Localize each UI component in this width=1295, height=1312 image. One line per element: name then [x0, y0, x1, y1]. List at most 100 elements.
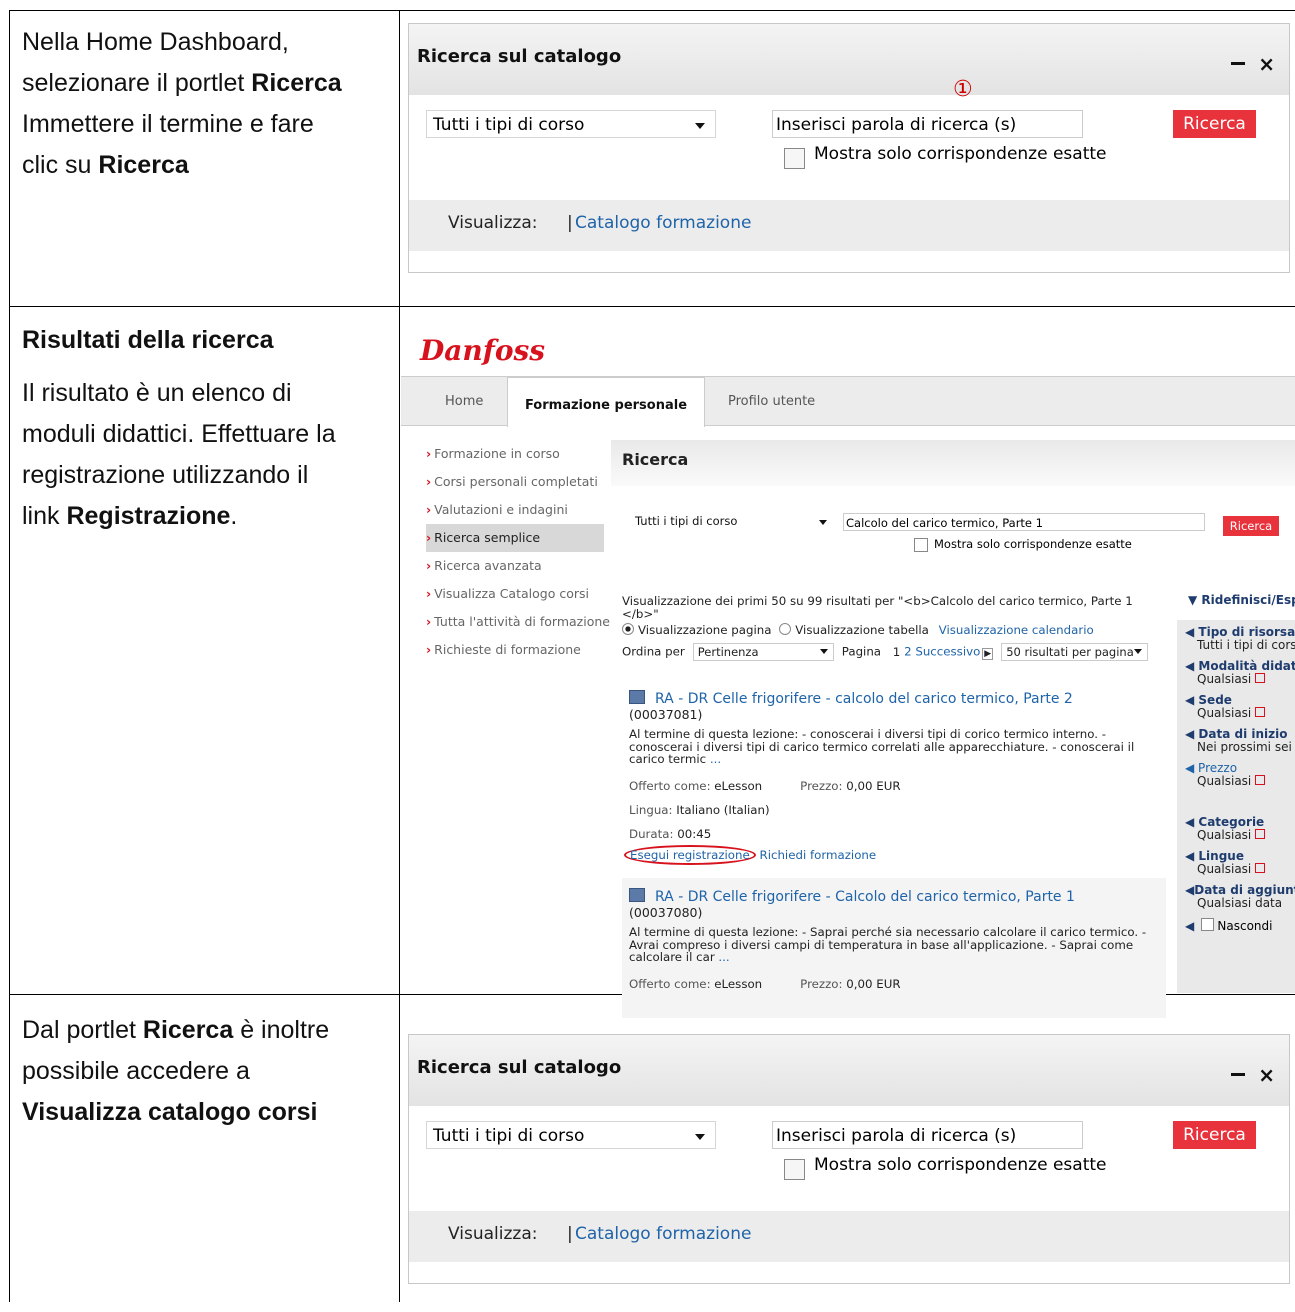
filter-hide[interactable]: ◀ Nascondi [1185, 918, 1272, 933]
chevron-down-icon [695, 123, 705, 129]
language-label: Lingua: [629, 802, 673, 817]
filter-value: Qualsiasi [1185, 673, 1295, 686]
refine-label: Ridefinisci/Espandi [1201, 593, 1295, 607]
exact-match-checkbox[interactable] [784, 1159, 805, 1180]
clear-icon[interactable] [1255, 775, 1266, 785]
next-page-link[interactable]: Successivo [915, 645, 980, 659]
catalog-link[interactable]: Catalogo formazione [575, 213, 751, 233]
minimize-icon[interactable] [1231, 1073, 1245, 1076]
filter-languages[interactable]: ◀ Lingue Qualsiasi [1185, 850, 1266, 876]
sort-select[interactable]: Pertinenza [692, 643, 834, 661]
portlet-footer: Visualizza: | Catalogo formazione [409, 1211, 1289, 1262]
nav-item-catalogo-corsi[interactable]: › Visualizza Catalogo corsi [426, 580, 611, 608]
portlet-title: Ricerca sul catalogo [417, 1057, 622, 1078]
catalog-link[interactable]: Catalogo formazione [575, 1224, 751, 1244]
lms-course-type-select[interactable]: Tutti i tipi di corso [635, 514, 833, 531]
result-title[interactable]: RA - DR Celle frigorifere - calcolo del … [655, 691, 1073, 707]
nav-item-ricerca-avanzata[interactable]: › Ricerca avanzata [426, 552, 611, 580]
nav-item-formazione-in-corso[interactable]: › Formazione in corso [426, 440, 611, 468]
row1-line3: Immettere il termine e fare [22, 110, 314, 138]
offered-value: eLesson [714, 976, 763, 991]
course-type-select[interactable]: Tutti i tipi di corso [426, 110, 716, 138]
per-page-select[interactable]: 50 risultati per pagina [1001, 643, 1149, 661]
close-icon[interactable]: × [1258, 52, 1275, 76]
nav-item-corsi-completati[interactable]: › Corsi personali completati [426, 468, 611, 496]
exact-match-checkbox[interactable] [784, 148, 805, 169]
price-value: 0,00 EUR [846, 976, 901, 991]
view-page-radio[interactable] [622, 623, 634, 635]
table-border-left [9, 10, 10, 1302]
chevron-down-icon [819, 520, 827, 525]
sort-value: Pertinenza [697, 645, 759, 659]
offered-label: Offerto come: [629, 778, 711, 793]
nav-label: Tutta l'attività di formazione [434, 614, 610, 629]
search-portlet: Ricerca sul catalogo × Tutti i tipi di c… [408, 1034, 1290, 1284]
duration-label: Durata: [629, 826, 674, 841]
filter-price[interactable]: ◀ Prezzo Qualsiasi [1185, 762, 1266, 788]
row2-line1: Il risultato è un elenco di [22, 379, 292, 407]
request-training-link[interactable]: Richiedi formazione [760, 848, 877, 862]
table-border-row1 [9, 306, 1295, 307]
view-table-label: Visualizzazione tabella [795, 623, 929, 637]
clear-icon[interactable] [1255, 707, 1266, 717]
result-item: RA - DR Celle frigorifere - calcolo del … [624, 690, 1159, 865]
lms-search-button[interactable]: Ricerca [1223, 516, 1279, 536]
filter-resource-type[interactable]: ◀ Tipo di risorsa Tutti i tipi di corso [1185, 626, 1295, 652]
register-link[interactable]: Esegui registrazione [624, 844, 756, 865]
portlet-screenshot-2: Ricerca sul catalogo × Tutti i tipi di c… [408, 1034, 1295, 1284]
filter-location[interactable]: ◀ Sede Qualsiasi [1185, 694, 1266, 720]
view-options: Visualizzazione pagina Visualizzazione t… [622, 623, 1094, 637]
nav-item-richieste[interactable]: › Richieste di formazione [426, 636, 611, 664]
lms-search-results-screenshot: Danfoss Home Formazione personale Profil… [401, 318, 1295, 1018]
nav-label: Richieste di formazione [434, 642, 581, 657]
chevron-right-icon: › [426, 474, 432, 489]
result-title[interactable]: RA - DR Celle frigorifere - Calcolo del … [655, 889, 1075, 905]
nav-label: Formazione in corso [434, 446, 560, 461]
result-more-link[interactable]: ... [718, 950, 729, 964]
clear-icon[interactable] [1255, 673, 1266, 683]
filter-categories[interactable]: ◀ Categorie Qualsiasi [1185, 816, 1266, 842]
result-more-link[interactable]: ... [710, 752, 721, 766]
clear-icon[interactable] [1255, 829, 1266, 839]
result-code: (00037081) [629, 707, 703, 722]
course-type-select[interactable]: Tutti i tipi di corso [426, 1121, 716, 1149]
price-value: 0,00 EUR [846, 778, 901, 793]
filter-added-date[interactable]: ◀Data di aggiuntaQualsiasi data [1185, 884, 1295, 910]
chevron-down-icon [695, 1134, 705, 1140]
chevron-right-icon: › [426, 642, 432, 657]
refine-heading[interactable]: ▼ Ridefinisci/Espandi [1188, 593, 1295, 607]
search-input[interactable]: Inserisci parola di ricerca (s) [772, 110, 1083, 138]
search-button[interactable]: Ricerca [1173, 110, 1256, 138]
nav-label: Ricerca avanzata [434, 558, 542, 573]
tab-home[interactable]: Home [445, 394, 483, 409]
per-page-value: 50 risultati per pagina [1006, 645, 1134, 659]
search-input[interactable]: Inserisci parola di ricerca (s) [772, 1121, 1083, 1149]
minimize-icon[interactable] [1231, 62, 1245, 65]
chevron-right-icon: › [426, 502, 432, 517]
view-calendar-link[interactable]: Visualizzazione calendario [939, 623, 1094, 637]
nav-item-valutazioni[interactable]: › Valutazioni e indagini [426, 496, 611, 524]
table-border-top [9, 10, 1295, 11]
lms-search-input[interactable]: Calcolo del carico termico, Parte 1 [843, 513, 1205, 531]
sort-pagination-row: Ordina per Pertinenza Pagina 1 2 Successiv… [622, 643, 1149, 661]
tab-profilo-utente[interactable]: Profilo utente [728, 394, 815, 409]
search-button[interactable]: Ricerca [1173, 1121, 1256, 1149]
page-label: Pagina [841, 644, 882, 659]
clear-icon[interactable] [1255, 863, 1266, 873]
row1-line2: selezionare il portlet Ricerca [22, 69, 342, 97]
view-table-radio[interactable] [779, 623, 792, 635]
lms-exact-match-checkbox[interactable] [914, 538, 928, 552]
filter-start-date[interactable]: ◀ Data di inizioNei prossimi sei mesi [1185, 728, 1295, 754]
filter-modality[interactable]: ◀ Modalità didatticaQualsiasi [1185, 660, 1295, 686]
tab-formazione-personale[interactable]: Formazione personale [507, 377, 705, 427]
step-marker-1: ① [953, 77, 973, 102]
row3-line1: Dal portlet Ricerca è inoltre [22, 1016, 330, 1044]
hide-checkbox[interactable] [1201, 918, 1215, 931]
nav-item-tutta-attivita[interactable]: › Tutta l'attività di formazione [426, 608, 611, 636]
chevron-right-icon: › [426, 446, 432, 461]
close-icon[interactable]: × [1258, 1063, 1275, 1087]
nav-item-ricerca-semplice[interactable]: › Ricerca semplice [426, 524, 604, 552]
page-2-link[interactable]: 2 [904, 645, 912, 659]
next-arrow-icon[interactable]: ▶ [982, 647, 994, 660]
search-panel-header: Ricerca [611, 440, 1295, 486]
